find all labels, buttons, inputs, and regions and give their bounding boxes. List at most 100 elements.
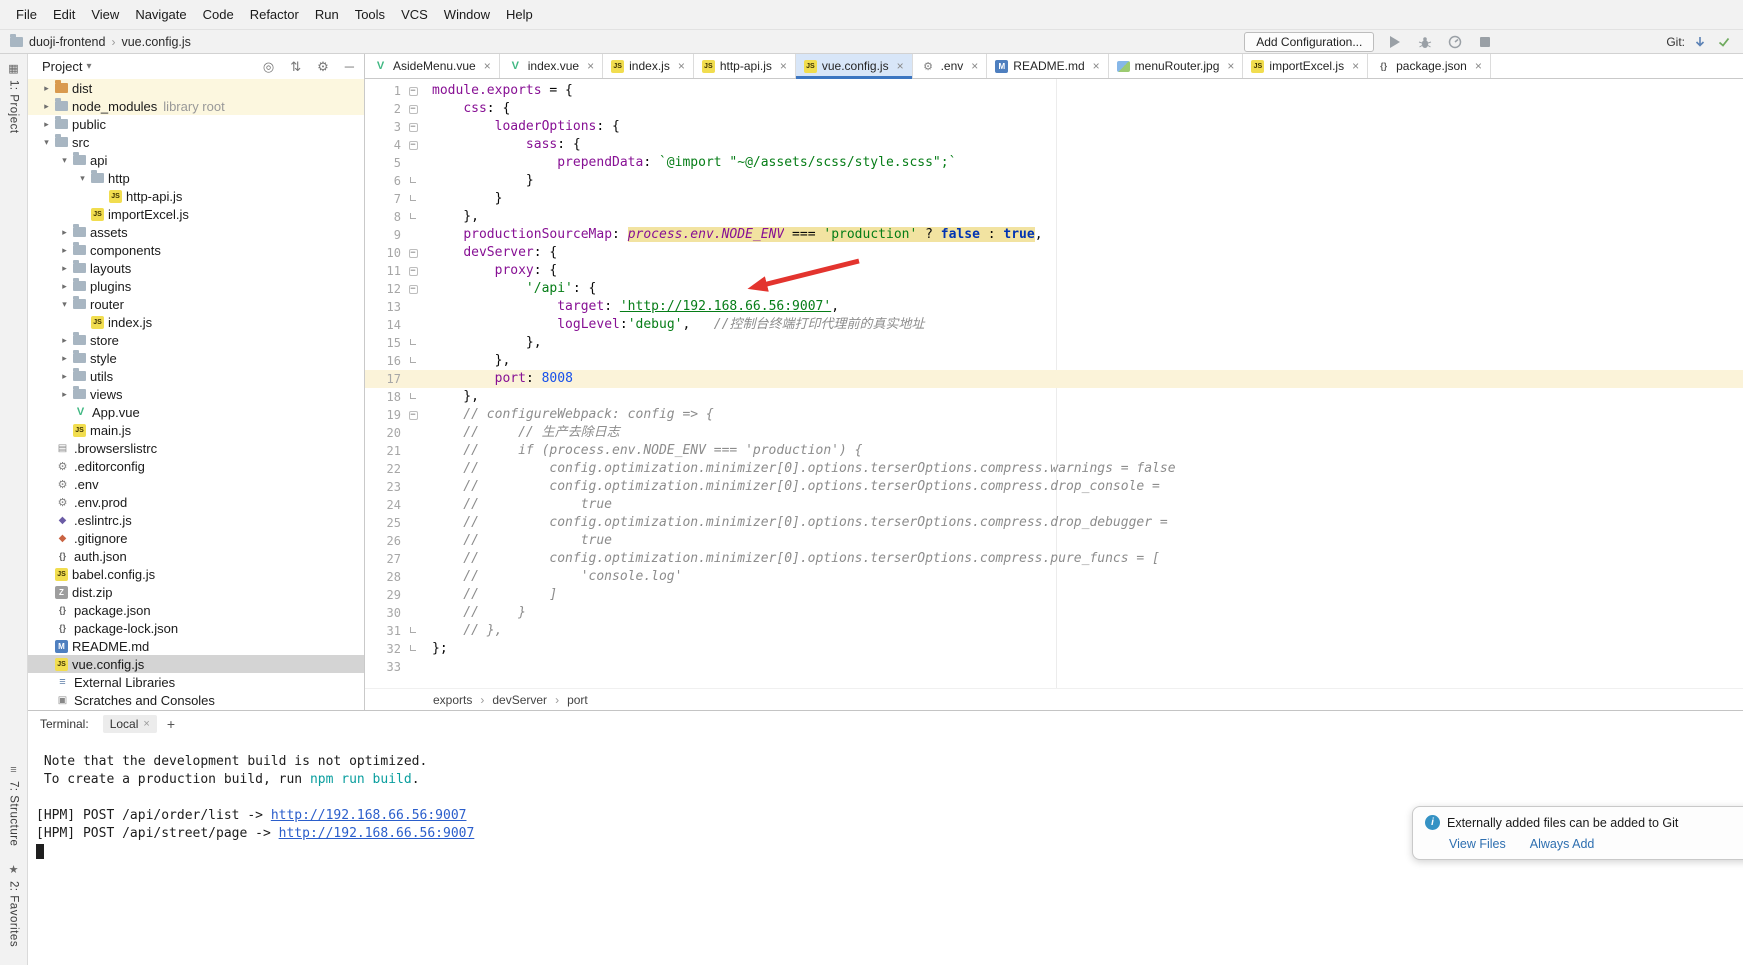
fold-end-icon[interactable] [401, 627, 425, 636]
code-text[interactable]: // configureWebpack: config => { [427, 406, 714, 424]
tree-item-editorconfig[interactable]: ⚙.editorconfig [28, 457, 364, 475]
tree-item-http-api-js[interactable]: JShttp-api.js [28, 187, 364, 205]
editor-breadcrumb-port[interactable]: port [567, 693, 588, 707]
tab-close-icon[interactable]: × [971, 59, 978, 73]
editor-breadcrumb-exports[interactable]: exports [433, 693, 472, 707]
notification-link-view-files[interactable]: View Files [1449, 837, 1506, 851]
tree-item-env-prod[interactable]: ⚙.env.prod [28, 493, 364, 511]
tree-item-importexcel-js[interactable]: JSimportExcel.js [28, 205, 364, 223]
menu-edit[interactable]: Edit [45, 4, 83, 25]
fold-collapse-icon[interactable]: − [401, 87, 425, 96]
tree-item-dist[interactable]: ▸dist [28, 79, 364, 97]
tree-item-router[interactable]: ▾router [28, 295, 364, 313]
fold-end-icon[interactable] [401, 645, 425, 654]
breadcrumb-item-duoji-frontend[interactable]: duoji-frontend [29, 35, 105, 49]
code-text[interactable]: // if (process.env.NODE_ENV === 'product… [427, 442, 862, 460]
code-text[interactable]: logLevel:'debug', //控制台终端打印代理前的真实地址 [427, 316, 924, 334]
chevron-right-icon[interactable]: ▸ [58, 353, 71, 364]
terminal-link[interactable]: http://192.168.66.56:9007 [271, 808, 467, 823]
tree-item-dist-zip[interactable]: Zdist.zip [28, 583, 364, 601]
tab-importexcel-js[interactable]: JSimportExcel.js× [1243, 54, 1368, 78]
tool-button-7-structure[interactable]: ≡7: Structure [2, 756, 26, 854]
fold-collapse-icon[interactable]: − [401, 411, 425, 420]
tree-item-external-libraries[interactable]: ≡External Libraries [28, 673, 364, 691]
tree-item-package-json[interactable]: {}package.json [28, 601, 364, 619]
breadcrumb-item-vue-config-js[interactable]: vue.config.js [121, 35, 190, 49]
locate-icon[interactable]: ◎ [263, 59, 274, 75]
notification-link-always-add[interactable]: Always Add [1530, 837, 1595, 851]
code-text[interactable]: productionSourceMap: process.env.NODE_EN… [427, 226, 1043, 244]
tab-package-json[interactable]: {}package.json× [1368, 54, 1491, 78]
tree-item-package-lock-json[interactable]: {}package-lock.json [28, 619, 364, 637]
editor-breadcrumb-devserver[interactable]: devServer [492, 693, 547, 707]
fold-collapse-icon[interactable]: − [401, 285, 425, 294]
chevron-right-icon[interactable]: ▸ [40, 101, 53, 112]
tree-item-readme-md[interactable]: MREADME.md [28, 637, 364, 655]
tree-item-components[interactable]: ▸components [28, 241, 364, 259]
chevron-right-icon[interactable]: ▸ [58, 281, 71, 292]
tree-item-index-js[interactable]: JSindex.js [28, 313, 364, 331]
tab-close-icon[interactable]: × [484, 59, 491, 73]
tree-item-plugins[interactable]: ▸plugins [28, 277, 364, 295]
fold-collapse-icon[interactable]: − [401, 267, 425, 276]
tree-item-views[interactable]: ▸views [28, 385, 364, 403]
tree-item-layouts[interactable]: ▸layouts [28, 259, 364, 277]
tab-vue-config-js[interactable]: JSvue.config.js× [796, 54, 913, 78]
tab-close-icon[interactable]: × [1227, 59, 1234, 73]
fold-collapse-icon[interactable]: − [401, 141, 425, 150]
tab-close-icon[interactable]: × [678, 59, 685, 73]
fold-end-icon[interactable] [401, 339, 425, 348]
tab-env[interactable]: ⚙.env× [913, 54, 988, 78]
tab-close-icon[interactable]: × [897, 59, 904, 73]
menu-vcs[interactable]: VCS [393, 4, 436, 25]
menu-window[interactable]: Window [436, 4, 498, 25]
menu-file[interactable]: File [8, 4, 45, 25]
code-text[interactable] [427, 658, 432, 676]
project-panel-title[interactable]: Project [42, 59, 82, 74]
tab-index-vue[interactable]: Vindex.vue× [500, 54, 603, 78]
code-text[interactable]: }; [427, 640, 448, 658]
code-text[interactable]: // ] [427, 586, 557, 604]
menu-view[interactable]: View [83, 4, 127, 25]
code-text[interactable]: // }, [427, 622, 502, 640]
terminal-link[interactable]: http://192.168.66.56:9007 [279, 826, 475, 841]
code-text[interactable]: target: 'http://192.168.66.56:9007', [427, 298, 839, 316]
tree-item-node-modules[interactable]: ▸node_moduleslibrary root [28, 97, 364, 115]
tree-item-gitignore[interactable]: ◆.gitignore [28, 529, 364, 547]
tree-item-assets[interactable]: ▸assets [28, 223, 364, 241]
tab-asidemenu-vue[interactable]: VAsideMenu.vue× [365, 54, 500, 78]
tree-item-babel-config-js[interactable]: JSbabel.config.js [28, 565, 364, 583]
fold-collapse-icon[interactable]: − [401, 105, 425, 114]
fold-end-icon[interactable] [401, 177, 425, 186]
tree-item-auth-json[interactable]: {}auth.json [28, 547, 364, 565]
tree-item-http[interactable]: ▾http [28, 169, 364, 187]
fold-collapse-icon[interactable]: − [401, 123, 425, 132]
code-text[interactable]: // config.optimization.minimizer[0].opti… [427, 550, 1160, 568]
profiler-icon[interactable] [1446, 33, 1464, 51]
tree-item-src[interactable]: ▾src [28, 133, 364, 151]
menu-refactor[interactable]: Refactor [242, 4, 307, 25]
chevron-down-icon[interactable]: ▾ [58, 155, 71, 166]
tree-item-env[interactable]: ⚙.env [28, 475, 364, 493]
run-icon[interactable] [1386, 33, 1404, 51]
add-configuration-button[interactable]: Add Configuration... [1244, 32, 1374, 52]
chevron-right-icon[interactable]: ▸ [40, 83, 53, 94]
tool-button-1-project[interactable]: ▦1: Project [2, 54, 26, 142]
code-text[interactable]: // } [427, 604, 526, 622]
code-text[interactable]: // 'console.log' [427, 568, 682, 586]
code-text[interactable]: devServer: { [427, 244, 557, 262]
code-text[interactable]: port: 8008 [427, 370, 573, 388]
code-text[interactable]: }, [427, 352, 510, 370]
tree-item-vue-config-js[interactable]: JSvue.config.js [28, 655, 364, 673]
code-text[interactable]: }, [427, 334, 542, 352]
code-text[interactable]: // config.optimization.minimizer[0].opti… [427, 460, 1176, 478]
new-terminal-tab-button[interactable]: + [167, 716, 175, 732]
chevron-down-icon[interactable]: ▾ [40, 137, 53, 148]
tree-item-main-js[interactable]: JSmain.js [28, 421, 364, 439]
chevron-down-icon[interactable]: ▾ [58, 299, 71, 310]
chevron-right-icon[interactable]: ▸ [58, 389, 71, 400]
chevron-down-icon[interactable]: ▾ [86, 61, 91, 72]
menu-code[interactable]: Code [195, 4, 242, 25]
tab-readme-md[interactable]: MREADME.md× [987, 54, 1108, 78]
tree-item-scratches-and-consoles[interactable]: ▣Scratches and Consoles [28, 691, 364, 709]
